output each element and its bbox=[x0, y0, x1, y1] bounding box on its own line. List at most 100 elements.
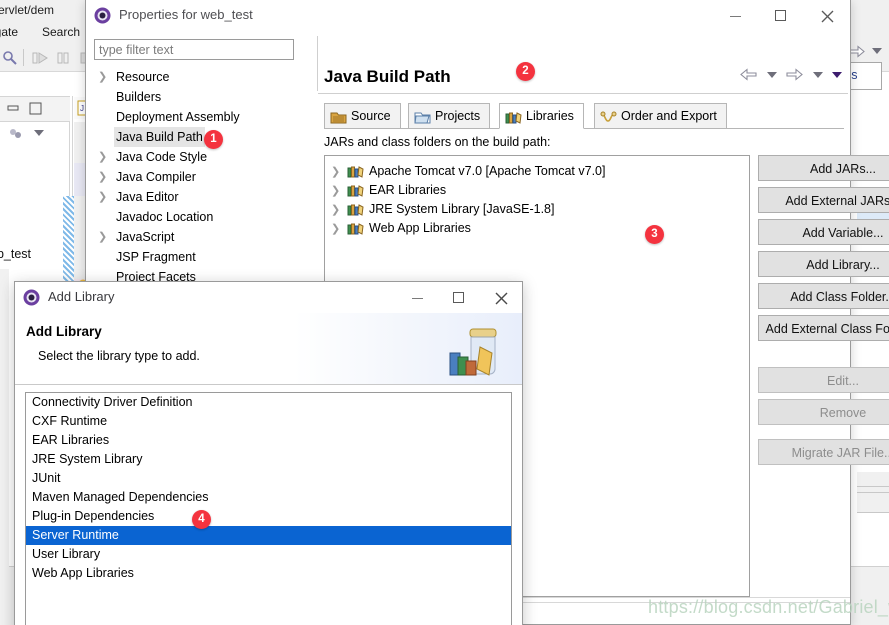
tree-item-label: Java Code Style bbox=[116, 150, 208, 164]
add-external-class-folder-button[interactable]: Add External Class Folder... bbox=[758, 315, 889, 341]
tree-item-resource[interactable]: ❯ Resource bbox=[94, 67, 316, 87]
list-item[interactable]: Connectivity Driver Definition bbox=[26, 393, 511, 412]
tree-item-java-editor[interactable]: ❯ Java Editor bbox=[94, 187, 316, 207]
build-path-button-column: Add JARs... Add External JARs... Add Var… bbox=[758, 155, 889, 471]
menu-navigate[interactable]: igate bbox=[0, 25, 18, 39]
tree-item-java-code-style[interactable]: ❯ Java Code Style bbox=[94, 147, 316, 167]
maximize-button[interactable] bbox=[438, 282, 480, 313]
tab-order-and-export[interactable]: Order and Export bbox=[594, 103, 727, 129]
add-class-folder-button[interactable]: Add Class Folder... bbox=[758, 283, 889, 309]
ide-forward-menu-icon[interactable] bbox=[872, 48, 882, 54]
close-button[interactable] bbox=[480, 282, 522, 313]
chevron-right-icon[interactable]: ❯ bbox=[331, 185, 340, 197]
tree-item-label: Resource bbox=[116, 70, 170, 84]
chevron-right-icon[interactable]: ❯ bbox=[331, 223, 340, 235]
tree-item-label: JSP Fragment bbox=[116, 250, 196, 264]
list-item[interactable]: Plug-in Dependencies bbox=[26, 507, 511, 526]
list-item[interactable]: User Library bbox=[26, 545, 511, 564]
library-icon bbox=[347, 164, 364, 179]
svg-text:J: J bbox=[80, 104, 84, 113]
tab-projects[interactable]: Projects bbox=[408, 103, 491, 129]
list-item[interactable]: Web App Libraries bbox=[26, 564, 511, 583]
list-item[interactable]: EAR Libraries bbox=[26, 431, 511, 450]
library-row[interactable]: ❯ Web App Libraries bbox=[325, 219, 749, 238]
library-label: JRE System Library [JavaSE-1.8] bbox=[369, 202, 555, 216]
build-path-tabs: Source Projects Libraries Order and Expo… bbox=[324, 103, 844, 129]
library-icon bbox=[347, 202, 364, 217]
properties-titlebar[interactable]: Properties for web_test bbox=[86, 0, 850, 31]
chevron-right-icon[interactable]: ❯ bbox=[98, 191, 108, 203]
migrate-jar-file-button[interactable]: Migrate JAR File... bbox=[758, 439, 889, 465]
add-library-titlebar[interactable]: Add Library bbox=[15, 282, 522, 313]
add-library-button[interactable]: Add Library... bbox=[758, 251, 889, 277]
list-item-server-runtime[interactable]: Server Runtime bbox=[26, 526, 511, 545]
annotation-badge-2: 2 bbox=[516, 62, 535, 81]
view-menu-icon[interactable] bbox=[34, 130, 44, 136]
eclipse-wizard-icon bbox=[23, 289, 40, 306]
add-external-jars-button[interactable]: Add External JARs... bbox=[758, 187, 889, 213]
tree-item-javascript[interactable]: ❯ JavaScript bbox=[94, 227, 316, 247]
add-jars-button[interactable]: Add JARs... bbox=[758, 155, 889, 181]
chevron-right-icon[interactable]: ❯ bbox=[98, 151, 108, 163]
library-type-list[interactable]: Connectivity Driver Definition CXF Runti… bbox=[25, 392, 512, 625]
chevron-right-icon[interactable]: ❯ bbox=[98, 71, 108, 83]
tree-item-jsp-fragment[interactable]: JSP Fragment bbox=[94, 247, 316, 267]
view-menu-chevron-down-icon[interactable] bbox=[832, 71, 842, 78]
page-title-underline bbox=[318, 93, 848, 94]
run-icon[interactable] bbox=[32, 50, 48, 66]
page-divider bbox=[317, 36, 318, 91]
forward-icon[interactable] bbox=[786, 67, 806, 81]
screenshot-root: ma/servlet/dem igate Search bbox=[0, 0, 889, 625]
restore-view-icon[interactable] bbox=[6, 101, 21, 119]
tree-item-builders[interactable]: Builders bbox=[94, 87, 316, 107]
tab-libraries[interactable]: Libraries bbox=[499, 103, 584, 129]
chevron-right-icon[interactable]: ❯ bbox=[98, 231, 108, 243]
jars-label: JARs and class folders on the build path… bbox=[324, 135, 551, 149]
tree-item-java-compiler[interactable]: ❯ Java Compiler bbox=[94, 167, 316, 187]
list-item[interactable]: JUnit bbox=[26, 469, 511, 488]
back-history-chevron-down-icon[interactable] bbox=[766, 71, 777, 78]
edit-button[interactable]: Edit... bbox=[758, 367, 889, 393]
add-variable-button[interactable]: Add Variable... bbox=[758, 219, 889, 245]
minimize-button[interactable] bbox=[396, 282, 438, 313]
tabs-underline bbox=[324, 128, 844, 129]
maximize-button[interactable] bbox=[758, 0, 804, 31]
ide-view-tabstrip bbox=[0, 96, 70, 122]
toolbar-separator bbox=[23, 49, 24, 66]
minimize-button[interactable] bbox=[712, 0, 758, 31]
tree-item-javadoc-location[interactable]: Javadoc Location bbox=[94, 207, 316, 227]
annotation-badge-3: 3 bbox=[645, 225, 664, 244]
list-item[interactable]: CXF Runtime bbox=[26, 412, 511, 431]
search-icon[interactable] bbox=[2, 50, 18, 66]
tree-item-deployment-assembly[interactable]: Deployment Assembly bbox=[94, 107, 316, 127]
pause-icon[interactable] bbox=[55, 50, 71, 66]
watermark-text: https://blog.csdn.net/Gabriel_wei bbox=[648, 597, 889, 617]
forward-history-chevron-down-icon[interactable] bbox=[812, 71, 823, 78]
list-item[interactable]: JRE System Library bbox=[26, 450, 511, 469]
tab-source[interactable]: Source bbox=[324, 103, 401, 129]
library-row[interactable]: ❯ JRE System Library [JavaSE-1.8] bbox=[325, 200, 749, 219]
chevron-right-icon[interactable]: ❯ bbox=[331, 204, 340, 216]
add-library-dialog-title: Add Library bbox=[48, 289, 115, 304]
library-icon bbox=[347, 183, 364, 198]
chevron-right-icon[interactable]: ❯ bbox=[331, 166, 340, 178]
list-item[interactable]: Maven Managed Dependencies bbox=[26, 488, 511, 507]
properties-tree: ❯ Resource Builders Deployment Assembly … bbox=[94, 67, 316, 287]
library-label: Web App Libraries bbox=[369, 221, 471, 235]
tree-item-label: Builders bbox=[116, 90, 162, 104]
filter-input[interactable] bbox=[94, 39, 294, 60]
close-button[interactable] bbox=[804, 0, 850, 31]
jar-with-books-icon bbox=[444, 319, 506, 381]
tab-projects-label: Projects bbox=[435, 109, 481, 123]
maximize-view-icon[interactable] bbox=[28, 101, 43, 119]
library-row[interactable]: ❯ Apache Tomcat v7.0 [Apache Tomcat v7.0… bbox=[325, 162, 749, 181]
filter-view-icon[interactable] bbox=[8, 126, 24, 145]
properties-dialog-title: Properties for web_test bbox=[119, 7, 253, 22]
chevron-right-icon[interactable]: ❯ bbox=[98, 171, 108, 183]
library-row[interactable]: ❯ EAR Libraries bbox=[325, 181, 749, 200]
add-library-subheading: Select the library type to add. bbox=[38, 349, 200, 363]
libraries-books-icon bbox=[505, 109, 522, 124]
menu-search[interactable]: Search bbox=[42, 25, 80, 39]
back-icon[interactable] bbox=[740, 67, 760, 81]
remove-button[interactable]: Remove bbox=[758, 399, 889, 425]
